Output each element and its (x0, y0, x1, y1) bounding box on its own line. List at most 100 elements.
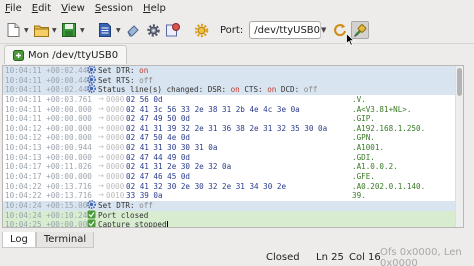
properties-button[interactable] (164, 21, 182, 39)
log-row[interactable]: 10:04:13 +00:00.944 → 0000 02 41 31 30 30 3… (3, 143, 463, 153)
log-offset: 0000 (106, 94, 125, 104)
new-file-dropdown-icon[interactable]: ▼ (24, 27, 30, 34)
open-button[interactable] (32, 21, 50, 39)
log-ascii: .A192.168.1.250. (352, 123, 426, 133)
log-offset: 0000 (106, 162, 125, 172)
gear-icon (146, 23, 160, 37)
port-select[interactable]: /dev/ttyUSB0 ▼ (249, 21, 326, 39)
log-offset: 0000 (106, 114, 125, 124)
menu-help[interactable]: Help (138, 0, 171, 17)
view-mode-dropdown-icon[interactable]: ▼ (116, 27, 122, 34)
log-timestamp: 10:04:24 +00:15.007 (5, 200, 92, 210)
tab-terminal[interactable]: Terminal (35, 232, 95, 248)
direction-arrow-icon: → (98, 143, 104, 152)
new-file-button[interactable] (4, 21, 22, 39)
log-hex-bytes: 02 47 44 49 0d (126, 152, 191, 162)
log-ascii: .A<V3.81+NL>. (352, 104, 412, 114)
log-row[interactable]: 10:04:11 +00:00.000 → 0000 02 47 49 50 0d .G… (3, 114, 463, 124)
log-timestamp: 10:04:12 +00:00.000 (5, 123, 92, 133)
log-row[interactable]: 10:04:13 +00:00.000 → 0000 02 47 44 49 0d .G… (3, 153, 463, 163)
log-message: Set RTS: off (98, 75, 153, 85)
open-dropdown-icon[interactable]: ▼ (52, 27, 58, 34)
log-row[interactable]: 10:04:11 +00:03.761 → 0000 02 56 0d .V. (3, 95, 463, 105)
options-button[interactable] (192, 21, 210, 39)
connection-status: Closed (266, 252, 300, 263)
sun-gear-icon (194, 23, 208, 37)
log-rows: 10:04:11 +00:02.444 Set DTR: on 10:04:11 +… (3, 66, 463, 227)
log-row[interactable]: 10:04:17 +00:11.026 → 0000 02 41 31 2e 30 2… (3, 162, 463, 172)
clear-button[interactable] (124, 21, 142, 39)
direction-arrow-icon: → (98, 123, 104, 132)
menu-session[interactable]: Session (90, 0, 138, 17)
menu-view[interactable]: View (56, 0, 90, 17)
log-hex-bytes: 33 39 0a (126, 191, 163, 201)
log-timestamp: 10:04:11 +00:02.444 (5, 66, 92, 75)
port-label: Port: (220, 24, 244, 36)
log-offset: 0000 (106, 143, 125, 153)
save-button[interactable] (60, 21, 78, 39)
vertical-scrollbar[interactable] (455, 66, 463, 227)
log-timestamp: 10:04:17 +00:11.026 (5, 162, 92, 172)
log-timestamp: 10:04:12 +00:00.000 (5, 133, 92, 143)
log-row[interactable]: 10:04:11 +00:02.444 Status line(s) change… (3, 84, 463, 95)
document-view-icon (99, 23, 111, 37)
menubar: File Edit View Session Help (0, 0, 474, 17)
log-row[interactable]: 10:04:12 +00:00.000 → 0000 02 41 31 39 32 2… (3, 124, 463, 134)
log-hex-bytes: 02 41 31 39 32 2e 31 36 38 2e 31 32 35 3… (126, 123, 328, 133)
direction-arrow-icon: → (98, 162, 104, 171)
menu-edit[interactable]: Edit (27, 0, 56, 17)
log-message: Status line(s) changed: DSR: on CTS: on … (98, 85, 318, 95)
log-ascii: .GPN. (352, 133, 375, 143)
tab-log[interactable]: Log (2, 232, 36, 248)
log-hex-bytes: 02 56 0d (126, 94, 163, 104)
chevron-down-icon[interactable]: ▼ (320, 22, 326, 38)
log-ascii: 39. (352, 191, 366, 201)
tab-session[interactable]: Mon /dev/ttyUSB0 (4, 45, 128, 64)
statusbar: Closed Ln 25 Col 16 Ofs 0x0000, Len 0x00… (0, 246, 474, 266)
log-row[interactable]: 10:04:11 +00:02.444 Set DTR: on (3, 66, 463, 76)
log-row[interactable]: 10:04:12 +00:00.000 → 0000 02 47 50 4e 0d .G… (3, 133, 463, 143)
log-row[interactable]: 10:04:11 +00:00.000 → 0000 02 41 3c 56 33 2… (3, 105, 463, 115)
log-row[interactable]: 10:04:24 +00:10.240 Port closed (3, 210, 463, 221)
log-timestamp: 10:04:22 +00:13.716 (5, 191, 92, 201)
log-timestamp: 10:04:13 +00:00.944 (5, 143, 92, 153)
offset-indicator: Ofs 0x0000, Len 0x0000 (380, 246, 462, 266)
log-offset: 0000 (106, 172, 125, 182)
new-file-icon (7, 23, 19, 37)
session-tabbar: Mon /dev/ttyUSB0 (0, 44, 474, 64)
scrollbar-thumb[interactable] (457, 68, 462, 96)
log-ascii: .GFE. (352, 172, 375, 182)
log-row[interactable]: 10:04:17 +00:00.000 → 0000 02 47 46 45 0d .G… (3, 172, 463, 182)
toolbar: ▼ ▼ ▼ ▼ Port: /dev/ttyUSB0 ▼ (0, 17, 474, 46)
log-row[interactable]: 10:04:22 +00:13.716 → 0000 02 41 32 30 2e 3… (3, 182, 463, 192)
view-mode-button[interactable] (96, 21, 114, 39)
log-message: Port closed (98, 210, 149, 220)
direction-arrow-icon: → (98, 133, 104, 142)
log-timestamp: 10:04:22 +00:13.716 (5, 181, 92, 191)
log-message: Set DTR: on (98, 66, 149, 75)
log-ascii: .A1001. (352, 143, 385, 153)
check-icon (84, 219, 98, 227)
log-timestamp: 10:04:11 +00:00.000 (5, 104, 92, 114)
direction-arrow-icon: → (98, 152, 104, 161)
log-row[interactable]: 10:04:24 +00:15.007 Set DTR: off (3, 200, 463, 211)
settings-button[interactable] (144, 21, 162, 39)
column-indicator: Col 16 (349, 252, 381, 263)
log-ascii: .GIP. (352, 114, 375, 124)
direction-arrow-icon: → (98, 104, 104, 113)
log-offset: 0000 (106, 104, 125, 114)
log-row[interactable]: 10:04:25 +00:00.000 Capture stopped (3, 219, 463, 227)
log-row[interactable]: 10:04:11 +00:00.444 Set RTS: off (3, 74, 463, 86)
log-view[interactable]: 10:04:11 +00:02.444 Set DTR: on 10:04:11 +… (2, 65, 464, 228)
save-dropdown-icon[interactable]: ▼ (80, 27, 86, 34)
log-timestamp: 10:04:11 +00:02.444 (5, 85, 92, 95)
properties-icon (166, 23, 180, 37)
log-timestamp: 10:04:11 +00:00.444 (5, 75, 92, 85)
tab-session-label: Mon /dev/ttyUSB0 (28, 49, 119, 61)
log-offset: 0000 (106, 181, 125, 191)
log-timestamp: 10:04:11 +00:00.000 (5, 114, 92, 124)
menu-file[interactable]: File (0, 0, 27, 17)
log-hex-bytes: 02 47 50 4e 0d (126, 133, 191, 143)
log-ascii: .A1.0.0.2. (352, 162, 398, 172)
log-row[interactable]: 10:04:22 +00:13.716 → 0010 33 39 0a 39. (3, 191, 463, 201)
